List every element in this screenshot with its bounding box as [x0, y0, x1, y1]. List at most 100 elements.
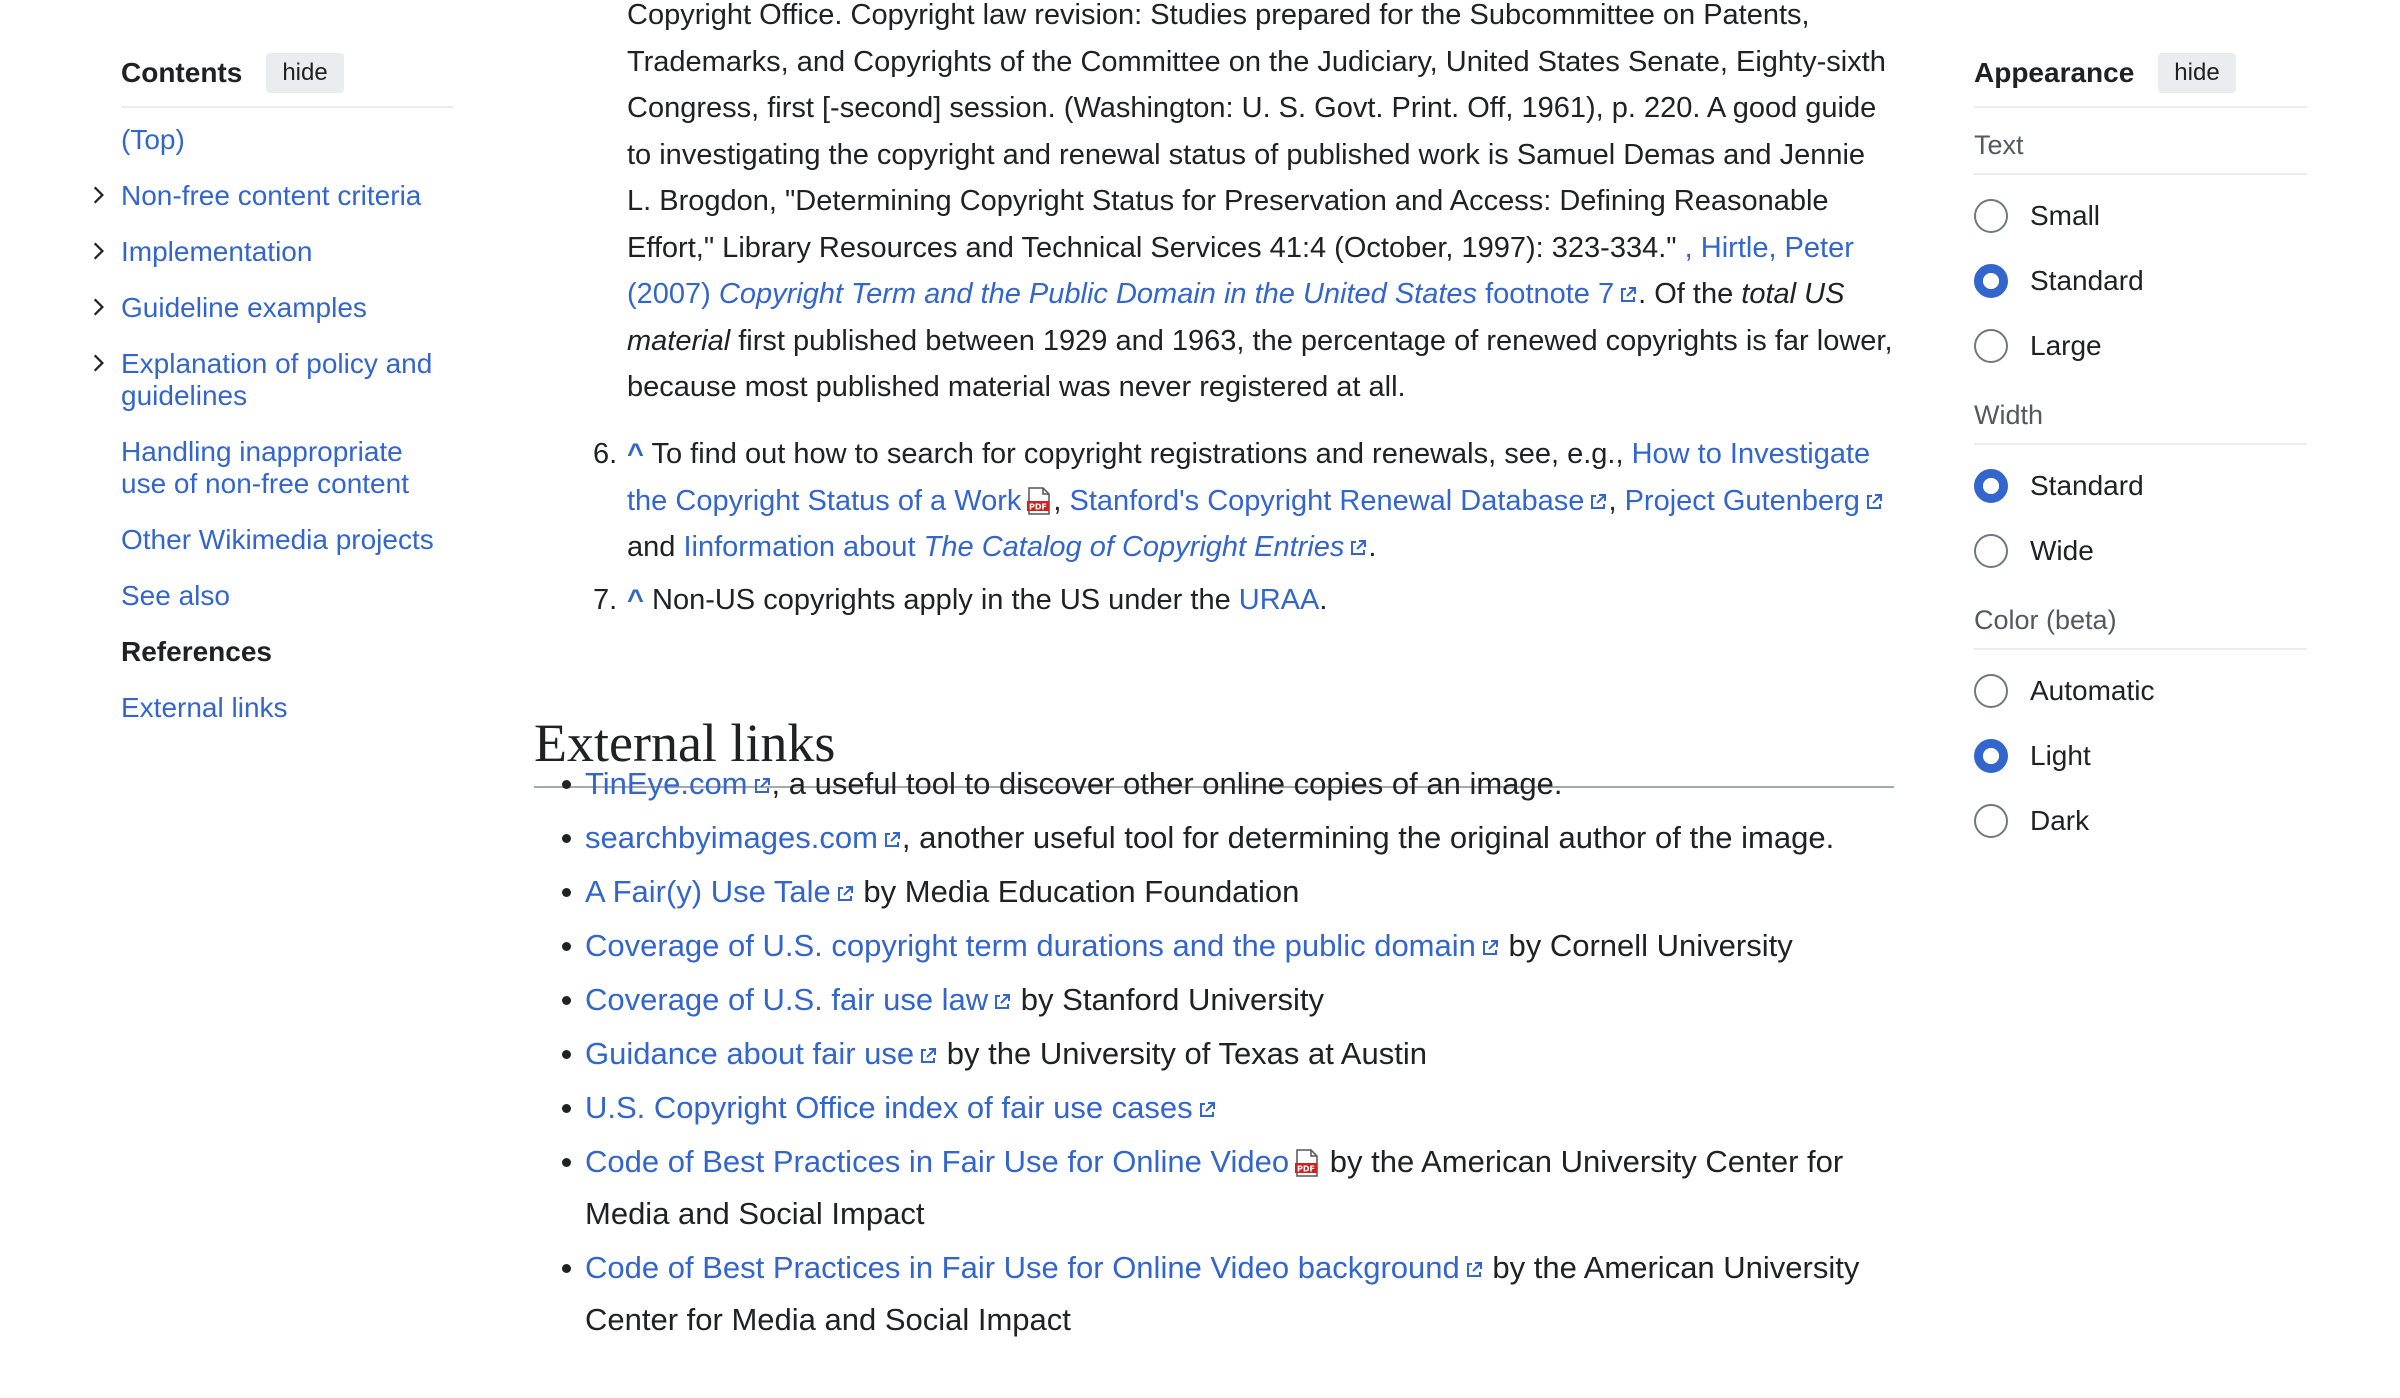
external-links-list: TinEye.com , a useful tool to discover ot…: [534, 758, 1894, 1348]
radio-label[interactable]: Automatic: [2030, 675, 2155, 707]
external-link[interactable]: TinEye.com: [585, 766, 772, 801]
reference-link-title[interactable]: The Catalog of Copyright Entries: [924, 531, 1345, 563]
radio-button[interactable]: [1974, 533, 2008, 568]
radio-button[interactable]: [1974, 738, 2008, 773]
reference-number: 6.: [593, 438, 618, 470]
reference-link-title[interactable]: Copyright Term and the Public Domain in …: [719, 278, 1477, 310]
external-link-icon: [1591, 493, 1607, 509]
external-link-label[interactable]: Code of Best Practices in Fair Use for O…: [585, 1250, 1460, 1285]
reference-link-label[interactable]: Stanford's Copyright Renewal Database: [1070, 485, 1585, 517]
external-link[interactable]: Code of Best Practices in Fair Use for O…: [585, 1144, 1321, 1179]
external-link-label[interactable]: TinEye.com: [585, 766, 748, 801]
radio-option[interactable]: Light: [1974, 723, 2307, 788]
toc-title: Contents: [121, 57, 243, 88]
external-link[interactable]: Guidance about fair use: [585, 1036, 938, 1071]
radio-option[interactable]: Small: [1974, 183, 2307, 248]
toc-item-implementation[interactable]: Implementation: [93, 236, 453, 268]
radio-button[interactable]: [1974, 328, 2008, 363]
reference-link-stanford-renewal[interactable]: Stanford's Copyright Renewal Database: [1070, 485, 1609, 517]
toc-item-label[interactable]: Implementation: [121, 236, 312, 267]
appearance-hide-button[interactable]: hide: [2158, 53, 2236, 93]
chevron-right-icon[interactable]: [87, 352, 109, 374]
reference-text: .: [1319, 583, 1328, 616]
reference-link-footnote[interactable]: footnote 7: [1485, 278, 1638, 310]
reference-link-label[interactable]: Project Gutenberg: [1625, 485, 1860, 517]
radio-button[interactable]: [1974, 263, 2008, 298]
external-link-icon: [995, 994, 1011, 1009]
toc-item-external-links[interactable]: External links: [121, 692, 453, 724]
reference-link-project-gutenberg[interactable]: Project Gutenberg: [1625, 485, 1884, 517]
radio-label[interactable]: Wide: [2030, 535, 2094, 567]
radio-option[interactable]: Standard: [1974, 248, 2307, 313]
toc-item-see-also[interactable]: See also: [121, 580, 453, 612]
chevron-right-icon[interactable]: [87, 296, 109, 318]
external-link[interactable]: searchbyimages.com: [585, 820, 902, 855]
external-link-label[interactable]: Code of Best Practices in Fair Use for O…: [585, 1144, 1289, 1179]
toc-item-label[interactable]: Other Wikimedia projects: [121, 524, 434, 555]
radio-label[interactable]: Large: [2030, 330, 2102, 362]
reference-text: Copyright Office. Copyright law revision…: [627, 0, 1886, 264]
toc-item-label[interactable]: Handling inappropriate use of non-free c…: [121, 436, 409, 499]
toc-item-references[interactable]: References: [121, 636, 453, 668]
external-link-icon: [1621, 287, 1637, 302]
radio-label[interactable]: Small: [2030, 200, 2100, 232]
toc-item-label[interactable]: Non-free content criteria: [121, 180, 421, 211]
chevron-right-icon[interactable]: [87, 184, 109, 206]
toc-item-label[interactable]: External links: [121, 692, 288, 723]
radio-button[interactable]: [1974, 198, 2008, 233]
toc-item-other-wikimedia-projects[interactable]: Other Wikimedia projects: [121, 524, 453, 556]
appearance-group-label: Width: [1974, 378, 2307, 445]
radio-option[interactable]: Standard: [1974, 453, 2307, 518]
svg-text:PDF: PDF: [1029, 502, 1047, 511]
external-link-item: U.S. Copyright Office index of fair use …: [534, 1082, 1894, 1134]
reference-backlink[interactable]: ^: [627, 584, 644, 616]
radio-option[interactable]: Automatic: [1974, 658, 2307, 723]
radio-button[interactable]: [1974, 673, 2008, 708]
radio-option[interactable]: Dark: [1974, 788, 2307, 853]
toc-item-handling-inappropriate-use[interactable]: Handling inappropriate use of non-free c…: [121, 436, 453, 500]
toc-item-label[interactable]: See also: [121, 580, 230, 611]
reference-link-label[interactable]: Iinformation about: [683, 531, 915, 563]
external-link[interactable]: U.S. Copyright Office index of fair use …: [585, 1090, 1217, 1125]
external-link-item: Coverage of U.S. copyright term duration…: [534, 920, 1894, 972]
toc-hide-button[interactable]: hide: [266, 53, 344, 93]
external-link[interactable]: A Fair(y) Use Tale: [585, 874, 855, 909]
radio-button[interactable]: [1974, 803, 2008, 838]
external-link-label[interactable]: Guidance about fair use: [585, 1036, 914, 1071]
reference-backlink[interactable]: ^: [627, 438, 644, 470]
toc-item-explanation-of-policy[interactable]: Explanation of policy and guidelines: [93, 348, 453, 412]
external-link[interactable]: Coverage of U.S. copyright term duration…: [585, 928, 1500, 963]
reference-link-label[interactable]: footnote 7: [1485, 278, 1614, 310]
radio-label[interactable]: Standard: [2030, 470, 2144, 502]
radio-label[interactable]: Dark: [2030, 805, 2089, 837]
toc-item-label[interactable]: (Top): [121, 124, 185, 155]
toc-item-guideline-examples[interactable]: Guideline examples: [93, 292, 453, 324]
reference-item-6: 6. ^ To find out how to search for copyr…: [534, 431, 1894, 571]
chevron-right-icon[interactable]: [87, 240, 109, 262]
radio-option[interactable]: Wide: [1974, 518, 2307, 583]
bullet: [562, 780, 571, 789]
reference-link-copyright-term[interactable]: Copyright Term and the Public Domain in …: [719, 278, 1477, 310]
reference-link-uraa[interactable]: URAA: [1239, 584, 1320, 616]
toc-item-label[interactable]: Guideline examples: [121, 292, 367, 323]
reference-separator: ,: [1608, 484, 1617, 517]
radio-label[interactable]: Standard: [2030, 265, 2144, 297]
radio-button[interactable]: [1974, 468, 2008, 503]
external-link-label[interactable]: Coverage of U.S. copyright term duration…: [585, 928, 1476, 963]
toc-item-label[interactable]: Explanation of policy and guidelines: [121, 348, 432, 411]
toc-item-label[interactable]: References: [121, 636, 272, 667]
toc-header: Contents hide: [121, 48, 453, 108]
radio-label[interactable]: Light: [2030, 740, 2091, 772]
external-link-icon: [1482, 940, 1498, 955]
toc-item-top[interactable]: (Top): [121, 124, 453, 156]
external-link[interactable]: Code of Best Practices in Fair Use for O…: [585, 1250, 1484, 1285]
external-link[interactable]: Coverage of U.S. fair use law: [585, 982, 1012, 1017]
external-link-label[interactable]: A Fair(y) Use Tale: [585, 874, 831, 909]
radio-option[interactable]: Large: [1974, 313, 2307, 378]
external-link-label[interactable]: Coverage of U.S. fair use law: [585, 982, 988, 1017]
appearance-group-label: Color (beta): [1974, 583, 2307, 650]
external-link-label[interactable]: searchbyimages.com: [585, 820, 878, 855]
external-link-label[interactable]: U.S. Copyright Office index of fair use …: [585, 1090, 1193, 1125]
reference-link-catalog-of-copyright-entries[interactable]: Iinformation about The Catalog of Copyri…: [683, 531, 1368, 563]
toc-item-non-free-content-criteria[interactable]: Non-free content criteria: [93, 180, 453, 212]
